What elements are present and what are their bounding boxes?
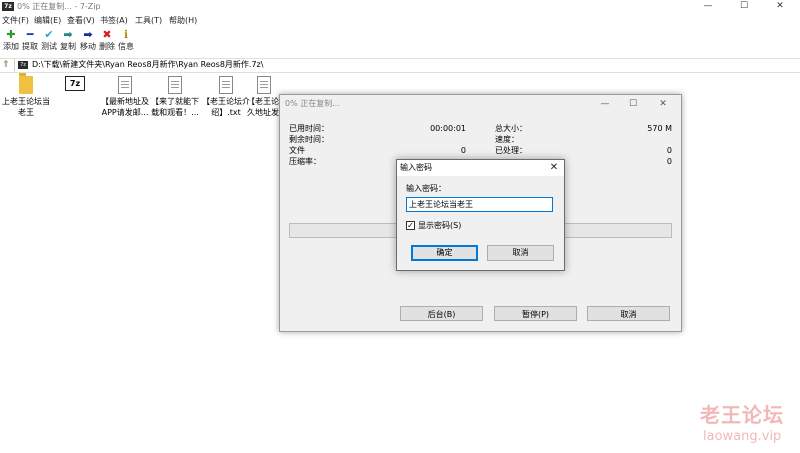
progress-close-button[interactable]: ✕ [648, 95, 678, 113]
progress-dialog-title: 0% 正在复制... [285, 99, 340, 108]
password-input[interactable] [406, 197, 553, 212]
info-label: 信息 [118, 42, 134, 51]
document-icon [257, 76, 271, 94]
ok-button[interactable]: 确定 [411, 245, 478, 261]
close-window-button[interactable]: ✕ [762, 0, 798, 12]
watermark-url: laowang.vip [703, 429, 782, 444]
processed-value: 0 [666, 146, 672, 155]
file-item[interactable]: 【老王论坛介 绍】.txt [200, 76, 252, 118]
password-dialog-titlebar: 输入密码 ✕ [397, 160, 564, 176]
path-field[interactable]: 7z D:\下载\新建文件夹\Ryan Reos8月新作\Ryan Reos8月… [14, 59, 800, 71]
watermark-chinese: 老王论坛 [700, 403, 784, 427]
pause-button[interactable]: 暂停(P) [494, 306, 577, 321]
remaining-time-label: 剩余时间： [289, 135, 329, 144]
password-label: 输入密码： [406, 184, 446, 193]
cancel-copy-button[interactable]: 取消 [587, 306, 670, 321]
packed-size-value: 0 [666, 157, 672, 166]
file-item[interactable]: 【最新地址及 APP请发邮... [99, 76, 151, 118]
file-name: 【来了就能下 载和观看！... [151, 97, 199, 117]
compression-ratio-label: 压缩率： [289, 157, 321, 166]
file-name: 【老王论坛介 绍】.txt [202, 97, 250, 117]
window-titlebar: 7z 0% 正在复制... - 7-Zip — ☐ ✕ [0, 0, 800, 13]
file-name: 【老王论久地址发... [247, 97, 281, 117]
7zip-app-icon: 7z [2, 2, 14, 11]
up-folder-icon[interactable]: ⇑ [2, 60, 12, 70]
close-icon[interactable]: ✕ [548, 161, 560, 174]
speed-label: 速度： [495, 135, 519, 144]
menu-bar: 文件(F) 编辑(E) 查看(V) 书签(A) 工具(T) 帮助(H) [0, 14, 800, 27]
progress-minimize-button[interactable]: — [590, 95, 620, 113]
file-item[interactable]: 【老王论久地址发... [247, 76, 281, 118]
elapsed-time-label: 已用时间： [289, 124, 329, 133]
toolbar: ✚ 添加 ━ 提取 ✔ 测试 ➡ 复制 ➡ 移动 ✖ 删除 ℹ 信息 [0, 28, 800, 56]
menu-bookmarks[interactable]: 书签(A) [100, 15, 128, 26]
progress-maximize-button[interactable]: ☐ [618, 95, 648, 113]
files-value: 0 [460, 146, 466, 155]
archive-path-icon: 7z [18, 61, 28, 69]
menu-view[interactable]: 查看(V) [67, 15, 95, 26]
document-icon [219, 76, 233, 94]
file-item[interactable]: 上老王论坛当 老王 [0, 73, 52, 118]
processed-label: 已处理： [495, 146, 527, 155]
password-dialog: 输入密码 ✕ 输入密码： ✓ 显示密码(S) 确定 取消 [396, 159, 565, 271]
cancel-button[interactable]: 取消 [487, 245, 554, 261]
files-label: 文件 [289, 146, 305, 155]
document-icon [168, 76, 182, 94]
menu-edit[interactable]: 编辑(E) [34, 15, 61, 26]
address-bar: ⇑ 7z D:\下载\新建文件夹\Ryan Reos8月新作\Ryan Reos… [0, 58, 800, 73]
folder-icon [19, 73, 33, 94]
show-password-checkbox[interactable]: ✓ [406, 221, 415, 230]
menu-file[interactable]: 文件(F) [2, 15, 29, 26]
file-item[interactable]: 7z [49, 76, 101, 91]
path-text: D:\下载\新建文件夹\Ryan Reos8月新作\Ryan Reos8月新作.… [32, 60, 264, 69]
background-button[interactable]: 后台(B) [400, 306, 483, 321]
show-password-label[interactable]: 显示密码(S) [418, 220, 461, 231]
document-icon [118, 76, 132, 94]
elapsed-time-value: 00:00:01 [430, 124, 466, 133]
7z-archive-icon: 7z [65, 76, 85, 91]
file-item[interactable]: 【来了就能下 载和观看！... [149, 76, 201, 118]
info-button[interactable]: ℹ 信息 [115, 28, 137, 56]
total-size-label: 总大小： [495, 124, 527, 133]
menu-help[interactable]: 帮助(H) [169, 15, 197, 26]
window-title: 0% 正在复制... - 7-Zip [17, 2, 101, 11]
file-name: 【最新地址及 APP请发邮... [101, 97, 149, 117]
copy-arrow-icon: ➡ [63, 28, 73, 41]
minimize-button[interactable]: — [690, 0, 726, 12]
maximize-button[interactable]: ☐ [726, 0, 762, 12]
file-name: 上老王论坛当 老王 [2, 97, 50, 117]
info-icon: ℹ [123, 28, 129, 41]
password-dialog-title: 输入密码 [400, 163, 432, 172]
total-size-value: 570 M [647, 124, 672, 133]
menu-tools[interactable]: 工具(T) [135, 15, 162, 26]
